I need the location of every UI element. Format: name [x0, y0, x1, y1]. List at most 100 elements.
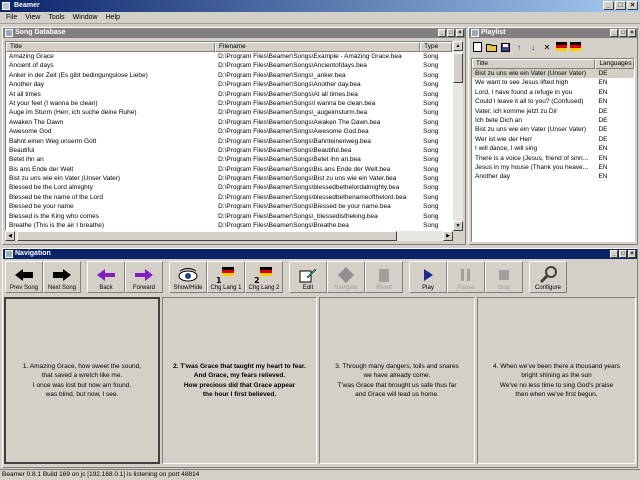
song-filename-cell: D:\Program Files\Beamer\Songs\Awesome Go…	[218, 128, 369, 136]
scroll-down-icon[interactable]: ▼	[453, 221, 463, 231]
navigation-titlebar[interactable]: Navigation _ □ ×	[3, 249, 637, 259]
remove-icon[interactable]: ✕	[541, 41, 553, 53]
pause-button[interactable]: Pause	[447, 261, 485, 293]
column-title[interactable]: Title	[472, 59, 596, 69]
new-playlist-icon[interactable]	[471, 41, 483, 53]
flag-1-icon[interactable]	[555, 41, 567, 53]
table-row[interactable]: Bahnt einen Weg unserm Gott D:\Program Fi…	[6, 137, 452, 146]
list-item[interactable]: We want to see Jesus lifted high EN	[472, 78, 634, 87]
table-row[interactable]: Awesome God D:\Program Files\Beamer\Songs…	[6, 127, 452, 136]
table-row[interactable]: Blessed is the King who comes D:\Program …	[6, 212, 452, 221]
list-item[interactable]: Wer ist wie der Herr DE	[472, 135, 634, 144]
table-row[interactable]: At all times D:\Program Files\Beamer\Song…	[6, 90, 452, 99]
song-filename-cell: D:\Program Files\Beamer\Songs\Another da…	[218, 81, 361, 89]
table-row[interactable]: At your feet (I wanna be clean) D:\Progra…	[6, 99, 452, 108]
prev-song-button[interactable]: Prev Song	[5, 261, 43, 293]
close-icon[interactable]: ×	[627, 1, 638, 10]
table-row[interactable]: Bist zu uns wie ein Vater (Unser Vater) D…	[6, 174, 452, 183]
configure-button[interactable]: Configure	[529, 261, 567, 293]
list-item[interactable]: I will dance, I will sing EN	[472, 144, 634, 153]
menu-file[interactable]: File	[2, 14, 21, 21]
song-list-hscrollbar[interactable]: ◀ ▶	[5, 231, 453, 241]
table-row[interactable]: Breathe (This is the air I breathe) D:\Pr…	[6, 221, 452, 230]
list-item[interactable]: Lord, I have found a refuge in you EN	[472, 88, 634, 97]
move-down-icon[interactable]: ↓	[527, 41, 539, 53]
toolbar-button-label: Forward	[132, 285, 155, 291]
column-languages[interactable]: Languages	[595, 59, 634, 69]
panel-close-icon[interactable]: ×	[628, 250, 636, 258]
panel-close-icon[interactable]: ×	[456, 29, 464, 37]
minimize-icon[interactable]: _	[603, 1, 614, 10]
show-hide-button[interactable]: Show/Hide	[169, 261, 207, 293]
column-title[interactable]: Title	[6, 42, 216, 52]
panel-minimize-icon[interactable]: _	[610, 250, 618, 258]
menu-help[interactable]: Help	[102, 14, 124, 21]
song-database-titlebar[interactable]: Song Database _ □ ×	[3, 28, 465, 38]
list-item[interactable]: Bist zu uns wie ein Vater (Unser Vater) D…	[472, 69, 634, 79]
flag-2-icon[interactable]	[569, 41, 581, 53]
playlist-list[interactable]: Title Languages Bist zu uns wie ein Vate…	[471, 58, 635, 242]
table-row[interactable]: Awaken The Dawn D:\Program Files\Beamer\S…	[6, 118, 452, 127]
scroll-right-icon[interactable]: ▶	[443, 231, 453, 241]
panel-maximize-icon[interactable]: □	[447, 29, 455, 37]
back-button[interactable]: Back	[87, 261, 125, 293]
slide-preview[interactable]: 4. When we've been there a thousand year…	[477, 297, 636, 464]
list-item[interactable]: Ich bete Dich an DE	[472, 116, 634, 125]
save-icon[interactable]	[499, 41, 511, 53]
song-list-vscrollbar[interactable]: ▲ ▼	[453, 41, 463, 231]
song-type-cell: Song	[423, 62, 439, 70]
scroll-up-icon[interactable]: ▲	[453, 41, 463, 51]
table-row[interactable]: Betet ihn an D:\Program Files\Beamer\Song…	[6, 155, 452, 164]
list-item[interactable]: Jesus in my house (Thank you heave... EN	[472, 163, 634, 172]
playlist-title-cell: There is a voice (Jesus, friend of sinn.…	[475, 154, 589, 162]
edit-button[interactable]: Edit	[289, 261, 327, 293]
table-row[interactable]: Amazing Grace D:\Program Files\Beamer\Son…	[6, 52, 452, 61]
panel-maximize-icon[interactable]: □	[619, 29, 627, 37]
panel-maximize-icon[interactable]: □	[619, 250, 627, 258]
table-row[interactable]: Bis ans Ende der Welt D:\Program Files\Be…	[6, 165, 452, 174]
panel-minimize-icon[interactable]: _	[438, 29, 446, 37]
list-item[interactable]: Bist zu uns wie ein Vater (Unser Vater) D…	[472, 125, 634, 134]
scroll-left-icon[interactable]: ◀	[5, 231, 15, 241]
table-row[interactable]: Blessed be the Lord almighty D:\Program F…	[6, 183, 452, 192]
playlist-titlebar[interactable]: Playlist _ □ ×	[469, 28, 637, 38]
stop-button[interactable]: Stop	[485, 261, 523, 293]
table-row[interactable]: Anker in der Zeit (Es gibt bedingungslos…	[6, 71, 452, 80]
scroll-thumb[interactable]	[453, 53, 463, 83]
menu-view[interactable]: View	[21, 14, 44, 21]
chg-lang-1-button[interactable]: 1 Chg Lang 1	[207, 261, 245, 293]
table-row[interactable]: Another day D:\Program Files\Beamer\Songs…	[6, 80, 452, 89]
panel-minimize-icon[interactable]: _	[610, 29, 618, 37]
list-item[interactable]: Could I leave it all to you? (Confused) E…	[472, 97, 634, 106]
list-item[interactable]: There is a voice (Jesus, friend of sinn.…	[472, 154, 634, 163]
table-row[interactable]: Beautiful D:\Program Files\Beamer\Songs\B…	[6, 146, 452, 155]
menu-window[interactable]: Window	[69, 14, 102, 21]
hscroll-thumb[interactable]	[17, 231, 397, 241]
list-item[interactable]: Vater, ich komme jetzt zu Dir DE	[472, 107, 634, 116]
panel-close-icon[interactable]: ×	[628, 29, 636, 37]
slide-preview[interactable]: 1. Amazing Grace, how sweet the sound, t…	[4, 297, 160, 464]
column-filename[interactable]: Filename	[215, 42, 421, 52]
menu-tools[interactable]: Tools	[44, 14, 68, 21]
song-list[interactable]: Title Filename Type Amazing Grace D:\Prog…	[5, 41, 453, 231]
song-type-cell: Song	[423, 212, 439, 220]
navigate-button[interactable]: Navigate	[327, 261, 365, 293]
slide-preview[interactable]: 3. Through many dangers, toils and snare…	[319, 297, 475, 464]
move-up-icon[interactable]: ↑	[513, 41, 525, 53]
table-row[interactable]: Blessed be your name D:\Program Files\Bea…	[6, 202, 452, 211]
open-folder-icon[interactable]	[485, 41, 497, 53]
play-button[interactable]: Play	[409, 261, 447, 293]
table-row[interactable]: Ancient of days D:\Program Files\Beamer\S…	[6, 61, 452, 70]
forward-button[interactable]: Forward	[125, 261, 163, 293]
maximize-icon[interactable]: □	[615, 1, 626, 10]
table-row[interactable]: Auge im Sturm (Herr, ich suche deine Ruh…	[6, 108, 452, 117]
column-type[interactable]: Type	[420, 42, 452, 52]
chg-lang-2-button[interactable]: 2 Chg Lang 2	[245, 261, 283, 293]
reset-button[interactable]: Reset	[365, 261, 403, 293]
song-type-cell: Song	[423, 109, 439, 117]
slide-preview[interactable]: 2. T'was Grace that taught my heart to f…	[162, 297, 317, 464]
window-titlebar[interactable]: Beamer _ □ ×	[0, 0, 640, 12]
next-song-button[interactable]: Next Song	[43, 261, 81, 293]
table-row[interactable]: Blessed be the name of the Lord D:\Progra…	[6, 193, 452, 202]
list-item[interactable]: Another day EN	[472, 172, 634, 181]
